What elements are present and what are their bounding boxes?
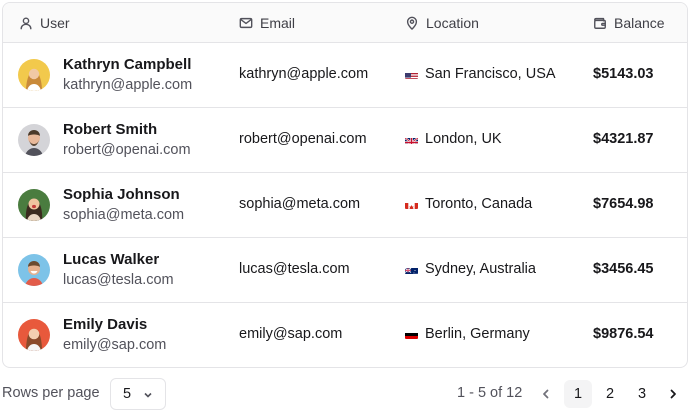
column-header-label: Location <box>426 15 479 31</box>
email-cell: kathryn@apple.com <box>239 66 369 82</box>
table-row[interactable]: Emily Davis emily@sap.com emily@sap.com … <box>3 303 687 367</box>
ca-flag-icon <box>405 200 418 209</box>
table-header: User Email Location Balance <box>3 3 687 43</box>
location-cell: San Francisco, USA <box>405 66 556 82</box>
chevron-left-icon <box>543 389 549 399</box>
map-pin-icon <box>406 16 418 30</box>
chevron-right-icon <box>670 389 676 399</box>
email-cell: sophia@meta.com <box>239 196 361 212</box>
column-header-location[interactable]: Location <box>405 3 479 43</box>
location-cell: Sydney, Australia <box>405 261 536 277</box>
email-cell: robert@openai.com <box>239 131 367 147</box>
user-name: Kathryn Campbell <box>63 56 192 73</box>
us-flag-icon <box>405 70 418 79</box>
user-email: robert@openai.com <box>63 142 191 158</box>
page-button-2[interactable]: 2 <box>596 380 624 408</box>
wallet-icon <box>594 17 606 29</box>
location-label: San Francisco, USA <box>425 66 556 82</box>
table-body: Kathryn Campbell kathryn@apple.com kathr… <box>3 43 687 367</box>
avatar <box>18 319 50 351</box>
table-row[interactable]: Sophia Johnson sophia@meta.com sophia@me… <box>3 173 687 238</box>
location-cell: Berlin, Germany <box>405 326 530 342</box>
user-icon <box>20 17 32 30</box>
rows-per-page-select[interactable]: 5 <box>110 378 166 410</box>
mail-icon <box>239 17 253 29</box>
avatar <box>18 124 50 156</box>
column-header-label: Balance <box>614 15 665 31</box>
balance-cell: $7654.98 <box>593 196 654 212</box>
location-cell: London, UK <box>405 131 502 147</box>
gb-flag-icon <box>405 135 418 144</box>
location-label: London, UK <box>425 131 502 147</box>
de-flag-icon <box>405 330 418 339</box>
rows-per-page-value: 5 <box>123 386 132 402</box>
au-flag-icon <box>405 265 418 274</box>
table-row[interactable]: Kathryn Campbell kathryn@apple.com kathr… <box>3 43 687 108</box>
email-cell: lucas@tesla.com <box>239 261 350 277</box>
table-row[interactable]: Robert Smith robert@openai.com robert@op… <box>3 108 687 173</box>
page-button-3[interactable]: 3 <box>628 380 656 408</box>
page-button-1[interactable]: 1 <box>564 380 592 408</box>
users-table: User Email Location Balance Kathryn Camp… <box>2 2 688 368</box>
balance-cell: $4321.87 <box>593 131 654 147</box>
location-label: Sydney, Australia <box>425 261 536 277</box>
user-name: Emily Davis <box>63 316 148 333</box>
user-email: emily@sap.com <box>63 337 167 353</box>
column-header-balance[interactable]: Balance <box>593 3 665 43</box>
avatar <box>18 254 50 286</box>
column-header-label: Email <box>260 15 296 31</box>
balance-cell: $3456.45 <box>593 261 654 277</box>
avatar <box>18 189 50 221</box>
column-header-email[interactable]: Email <box>239 3 295 43</box>
user-email: kathryn@apple.com <box>63 77 193 93</box>
rows-per-page-label: Rows per page <box>2 385 100 401</box>
user-email: lucas@tesla.com <box>63 272 174 288</box>
pagination-bar: Rows per page 5 1 - 5 of 12 1 2 3 <box>0 372 692 412</box>
pagination-range: 1 - 5 of 12 <box>457 385 523 401</box>
user-name: Lucas Walker <box>63 251 160 268</box>
user-name: Robert Smith <box>63 121 158 138</box>
table-row[interactable]: Lucas Walker lucas@tesla.com lucas@tesla… <box>3 238 687 303</box>
next-page-button[interactable] <box>659 380 687 408</box>
user-name: Sophia Johnson <box>63 186 180 203</box>
user-email: sophia@meta.com <box>63 207 185 223</box>
balance-cell: $5143.03 <box>593 66 654 82</box>
avatar <box>18 59 50 91</box>
column-header-label: User <box>40 15 70 31</box>
column-header-user[interactable]: User <box>19 3 70 43</box>
location-cell: Toronto, Canada <box>405 196 532 212</box>
email-cell: emily@sap.com <box>239 326 343 342</box>
chevron-down-icon <box>144 392 152 398</box>
location-label: Toronto, Canada <box>425 196 533 212</box>
balance-cell: $9876.54 <box>593 326 654 342</box>
previous-page-button[interactable] <box>532 380 560 408</box>
location-label: Berlin, Germany <box>425 326 530 342</box>
